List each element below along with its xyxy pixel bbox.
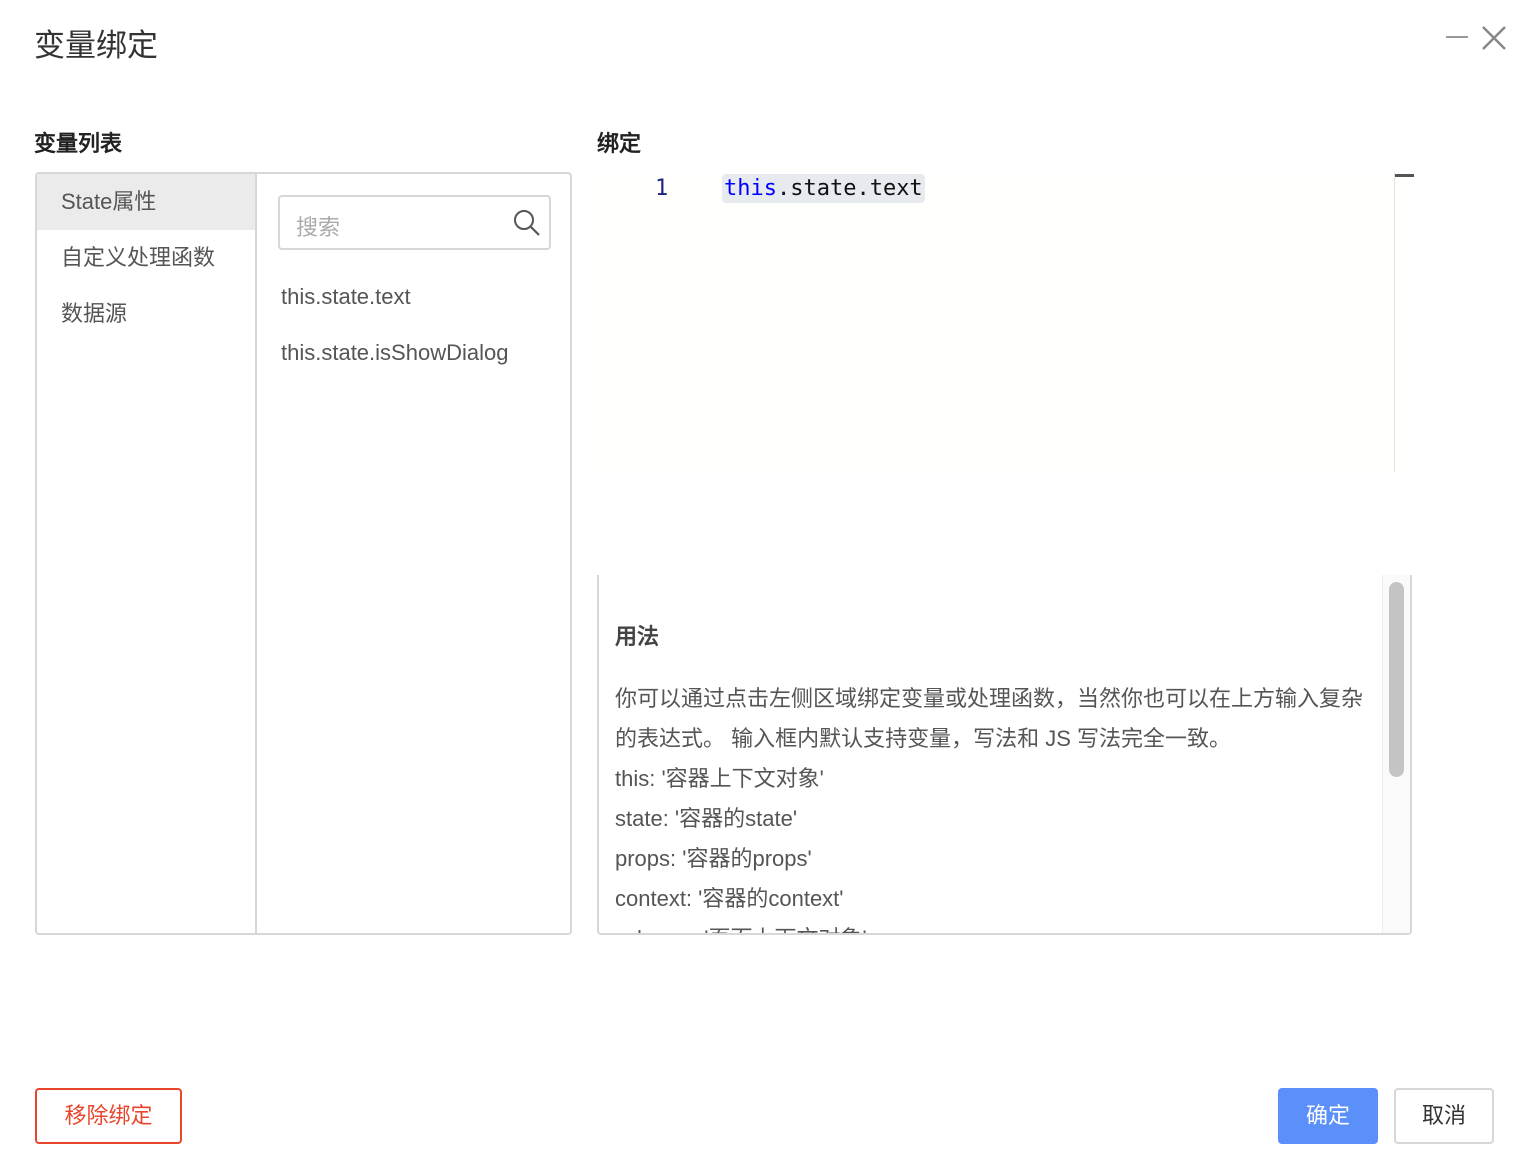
- editor-scroll-marker[interactable]: [1395, 174, 1414, 177]
- usage-line: props: '容器的props': [615, 846, 812, 871]
- usage-line: this: '容器上下文对象': [615, 766, 824, 791]
- usage-description: 你可以通过点击左侧区域绑定变量或处理函数，当然你也可以在上方输入复杂的表达式。 …: [615, 686, 1364, 751]
- variable-list-heading: 变量列表: [34, 131, 123, 156]
- close-icon[interactable]: [1480, 24, 1508, 57]
- line-number: 1: [655, 176, 669, 201]
- variable-item[interactable]: this.state.text: [281, 284, 411, 310]
- usage-line: schema: '页面上下文对象': [615, 919, 1365, 933]
- minus-icon[interactable]: [1446, 36, 1468, 38]
- code-keyword: this: [724, 176, 777, 201]
- scrollbar-thumb[interactable]: [1389, 582, 1404, 777]
- usage-line: state: '容器的state': [615, 806, 798, 831]
- dialog-title: 变量绑定: [34, 28, 158, 63]
- variable-item[interactable]: this.state.isShowDialog: [281, 340, 508, 366]
- code-editor[interactable]: 1 this.state.text: [597, 172, 1414, 472]
- scrollbar[interactable]: [1382, 575, 1410, 933]
- usage-heading: 用法: [615, 624, 660, 649]
- code-text: .state.text: [776, 176, 923, 201]
- cancel-button[interactable]: 取消: [1394, 1088, 1494, 1144]
- search-icon[interactable]: [513, 209, 541, 242]
- category-state[interactable]: State属性: [37, 174, 255, 230]
- usage-panel: 用法 你可以通过点击左侧区域绑定变量或处理函数，当然你也可以在上方输入复杂的表达…: [597, 575, 1412, 935]
- editor-ruler: [1394, 172, 1395, 472]
- variable-list-panel: State属性 自定义处理函数 数据源 搜索 this.state.text t…: [35, 172, 572, 935]
- code-line[interactable]: this.state.text: [722, 174, 925, 203]
- remove-binding-button[interactable]: 移除绑定: [35, 1088, 182, 1144]
- confirm-button[interactable]: 确定: [1278, 1088, 1378, 1144]
- binding-heading: 绑定: [597, 131, 642, 156]
- usage-line: context: '容器的context': [615, 886, 844, 911]
- category-list: State属性 自定义处理函数 数据源: [37, 174, 257, 933]
- search-placeholder: 搜索: [296, 215, 341, 240]
- category-handlers[interactable]: 自定义处理函数: [37, 230, 255, 286]
- category-datasource[interactable]: 数据源: [37, 286, 255, 342]
- search-input[interactable]: 搜索: [278, 195, 551, 250]
